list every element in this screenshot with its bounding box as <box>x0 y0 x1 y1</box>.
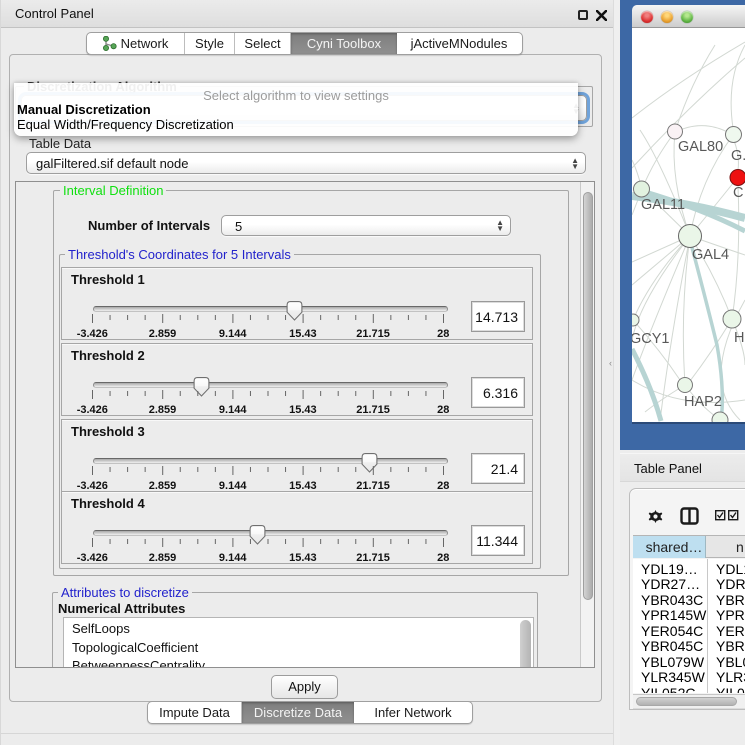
svg-text:GCY1: GCY1 <box>632 331 670 347</box>
svg-text:HAP2: HAP2 <box>684 394 722 410</box>
svg-text:C: C <box>733 185 743 201</box>
svg-text:GAL4: GAL4 <box>692 247 729 263</box>
svg-text:G.: G. <box>731 148 745 164</box>
svg-text:GAL80: GAL80 <box>678 139 723 155</box>
svg-text:GAL11: GAL11 <box>641 197 685 213</box>
svg-text:H: H <box>734 330 744 346</box>
